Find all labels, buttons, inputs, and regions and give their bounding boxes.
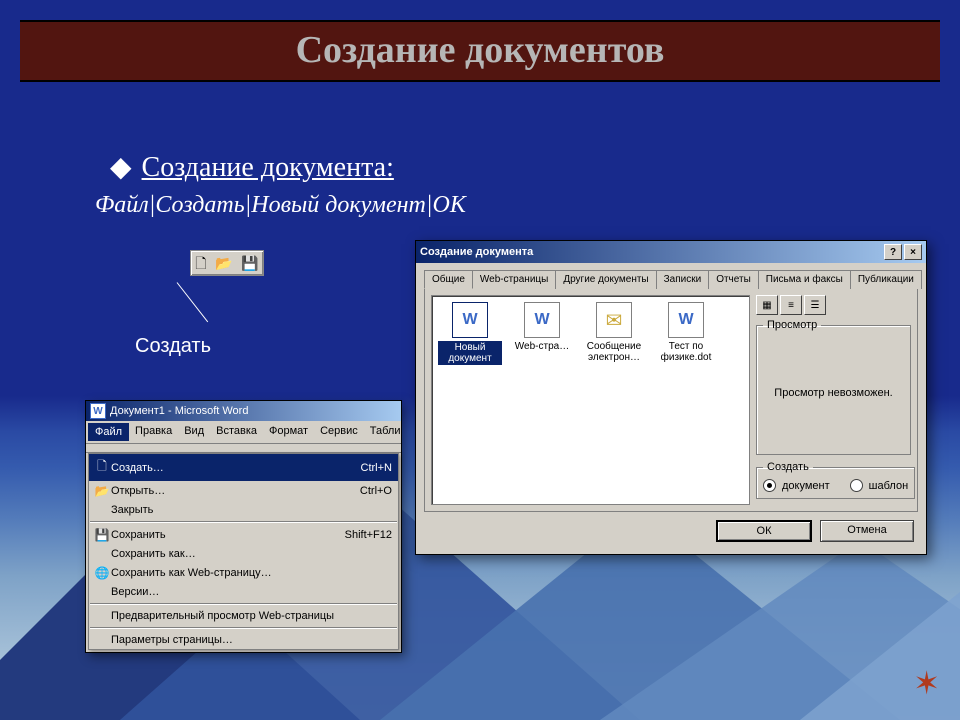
word-window: W Документ1 - Microsoft Word Файл Правка… — [85, 400, 402, 653]
decorative-star-icon: ✶ — [913, 664, 940, 702]
radio-template[interactable] — [850, 479, 863, 492]
word-menubar: Файл Правка Вид Вставка Формат Сервис Та… — [86, 421, 401, 444]
tab-notes[interactable]: Записки — [656, 270, 710, 289]
envelope-icon: ✉ — [596, 302, 632, 338]
dialog-title: Создание документа — [420, 246, 533, 258]
tab-reports[interactable]: Отчеты — [708, 270, 759, 289]
file-menu-web-preview[interactable]: Предварительный просмотр Web-страницы — [89, 607, 398, 625]
word-title-text: Документ1 - Microsoft Word — [110, 405, 248, 417]
slide-title: Создание документов — [20, 20, 940, 82]
bullet-heading: ◆Создание документа: — [110, 150, 394, 184]
radio-document[interactable] — [763, 479, 776, 492]
menu-view[interactable]: Вид — [178, 423, 210, 441]
file-menu-open[interactable]: 📂 Открыть… Ctrl+O — [89, 481, 398, 501]
globe-icon: 🌐 — [93, 566, 111, 580]
menu-insert[interactable]: Вставка — [210, 423, 263, 441]
file-menu-versions[interactable]: Версии… — [89, 583, 398, 601]
ok-button[interactable]: ОК — [716, 520, 812, 542]
word-doc-icon: W — [668, 302, 704, 338]
menu-format[interactable]: Формат — [263, 423, 314, 441]
menu-tools[interactable]: Сервис — [314, 423, 364, 441]
bullet-icon: ◆ — [110, 152, 132, 183]
preview-legend: Просмотр — [763, 319, 821, 331]
tab-other[interactable]: Другие документы — [555, 270, 656, 289]
pointer-line — [177, 282, 209, 322]
word-toolbar-strip — [86, 444, 401, 453]
view-list[interactable]: ≡ — [780, 295, 802, 315]
template-list: W Новый документ W Web-стра… ✉ Сообщение… — [431, 295, 750, 505]
template-web-page[interactable]: W Web-стра… — [510, 302, 574, 352]
new-document-dialog: Создание документа ? × Общие Web-страниц… — [415, 240, 927, 555]
open-folder-icon: 📂 — [93, 484, 111, 498]
save-disk-icon: 💾 — [93, 528, 111, 542]
file-menu-save-as[interactable]: Сохранить как… — [89, 545, 398, 563]
dialog-tabs: Общие Web-страницы Другие документы Запи… — [424, 269, 918, 289]
menu-file[interactable]: Файл — [88, 423, 129, 441]
word-titlebar: W Документ1 - Microsoft Word — [86, 401, 401, 421]
file-menu-page-setup[interactable]: Параметры страницы… — [89, 631, 398, 649]
file-menu-save-as-web[interactable]: 🌐 Сохранить как Web-страницу… — [89, 563, 398, 583]
view-large-icons[interactable]: ▦ — [756, 295, 778, 315]
template-test-physics[interactable]: W Тест по физике.dot — [654, 302, 718, 363]
view-details[interactable]: ☰ — [804, 295, 826, 315]
word-doc-icon: W — [452, 302, 488, 338]
bullet-path: Файл|Создать|Новый документ|ОК — [95, 192, 466, 219]
dialog-titlebar: Создание документа ? × — [416, 241, 926, 263]
file-menu-save[interactable]: 💾 Сохранить Shift+F12 — [89, 525, 398, 545]
file-menu-close[interactable]: Закрыть — [89, 501, 398, 519]
save-icon[interactable]: 💾 — [241, 256, 258, 270]
tab-web[interactable]: Web-страницы — [472, 270, 556, 289]
open-icon[interactable]: 📂 — [215, 256, 232, 270]
cancel-button[interactable]: Отмена — [820, 520, 914, 542]
template-new-document[interactable]: W Новый документ — [438, 302, 502, 365]
file-menu: 🗋 Создать… Ctrl+N 📂 Открыть… Ctrl+O Закр… — [88, 453, 399, 650]
tab-general[interactable]: Общие — [424, 270, 473, 289]
template-email[interactable]: ✉ Сообщение электрон… — [582, 302, 646, 363]
file-menu-create[interactable]: 🗋 Создать… Ctrl+N — [89, 454, 398, 481]
preview-text: Просмотр невозможен. — [763, 337, 904, 448]
menu-edit[interactable]: Правка — [129, 423, 178, 441]
new-doc-icon: 🗋 — [93, 457, 111, 478]
create-legend: Создать — [763, 461, 813, 473]
create-type-group: Создать документ шаблон — [756, 461, 915, 499]
tab-letters[interactable]: Письма и факсы — [758, 270, 851, 289]
view-mode-buttons: ▦ ≡ ☰ — [756, 295, 911, 315]
create-callout-label: Создать — [135, 335, 211, 358]
close-button[interactable]: × — [904, 244, 922, 260]
mini-toolbar: 🗋 📂 💾 — [190, 250, 264, 276]
tab-publications[interactable]: Публикации — [850, 270, 922, 289]
radio-document-label: документ — [782, 480, 830, 492]
word-app-icon: W — [90, 403, 106, 419]
radio-template-label: шаблон — [869, 480, 908, 492]
word-doc-icon: W — [524, 302, 560, 338]
new-icon[interactable]: 🗋 — [195, 256, 206, 270]
menu-table[interactable]: Табли — [364, 423, 407, 441]
preview-group: Просмотр Просмотр невозможен. — [756, 319, 911, 455]
help-button[interactable]: ? — [884, 244, 902, 260]
